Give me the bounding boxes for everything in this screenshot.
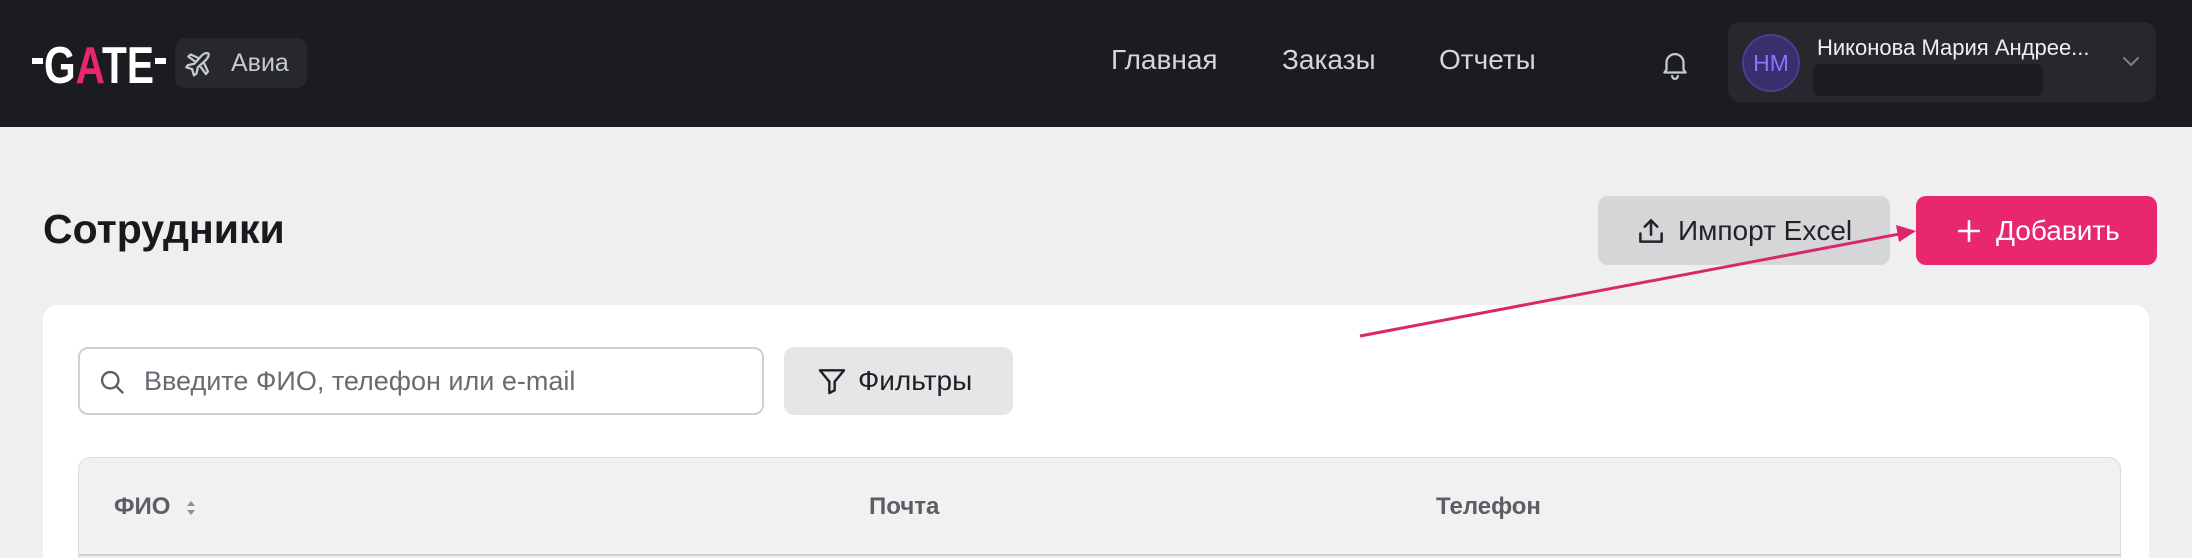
page-title: Сотрудники [43,206,285,252]
sort-icon[interactable] [185,498,197,518]
nav-home[interactable]: Главная [1111,44,1218,76]
plane-icon [185,51,210,77]
column-header-fio[interactable]: ФИО [114,493,170,521]
nav-reports[interactable]: Отчеты [1439,44,1536,76]
avatar: НМ [1742,34,1800,92]
upload-icon [1639,218,1663,243]
add-employee-button[interactable]: Добавить [1916,196,2157,265]
user-subtitle-redacted [1813,64,2043,96]
nav-orders[interactable]: Заказы [1282,44,1376,76]
bell-icon[interactable] [1658,46,1692,82]
chevron-down-icon [2123,57,2139,66]
column-header-email: Почта [869,493,940,520]
add-employee-label: Добавить [1996,214,2120,246]
search-input[interactable] [144,359,744,403]
search-icon [100,370,124,394]
product-label: Авиа [231,48,289,77]
filter-icon [818,369,846,395]
plus-icon [1957,219,1981,242]
employees-table: ФИО Почта Телефон [78,457,2121,558]
search-field[interactable] [78,347,764,415]
import-excel-label: Импорт Excel [1678,214,1853,246]
svg-text:GATE: GATE [44,37,154,88]
user-name: Никонова Мария Андрее... [1817,35,2090,60]
user-menu[interactable]: НМ Никонова Мария Андрее... [1728,22,2156,102]
filters-label: Фильтры [858,365,973,396]
table-header-row: ФИО Почта Телефон [79,458,2120,556]
gate-logo[interactable]: GATE [32,36,166,88]
column-header-phone: Телефон [1436,493,1541,520]
top-navbar: GATE Авиа Главная Заказы Отчеты НМ Никон… [0,0,2192,127]
filters-button[interactable]: Фильтры [784,347,1013,415]
product-switch-avia[interactable]: Авиа [175,38,307,88]
import-excel-button[interactable]: Импорт Excel [1598,196,1890,265]
